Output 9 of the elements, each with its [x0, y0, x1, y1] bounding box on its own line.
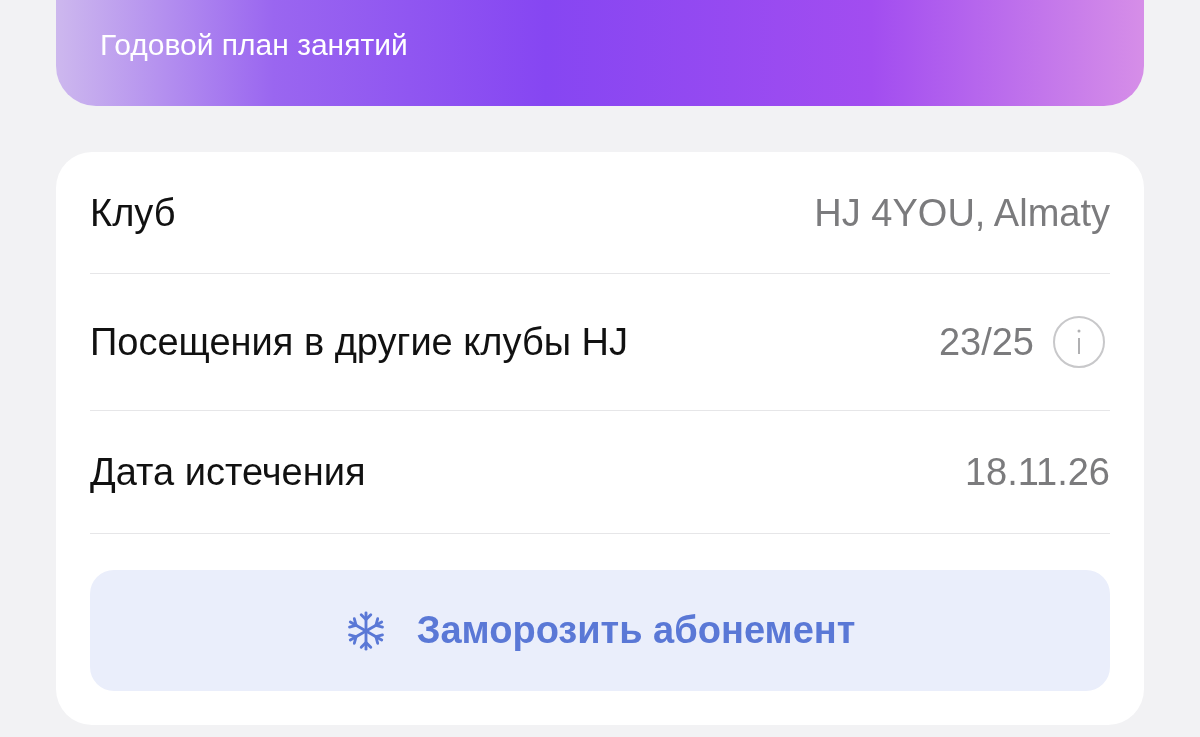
detail-value: HJ 4YOU, Almaty: [814, 191, 1110, 236]
detail-label: Посещения в другие клубы HJ: [90, 319, 629, 365]
detail-label: Дата истечения: [90, 449, 366, 495]
detail-value: 18.11.26: [964, 449, 1110, 495]
freeze-button[interactable]: Заморозить абонемент: [90, 570, 1110, 691]
info-icon[interactable]: [1052, 315, 1106, 369]
detail-value: 23/25: [938, 319, 1034, 365]
detail-label: Клуб: [90, 191, 176, 236]
banner-subtitle: Годовой план занятий: [100, 30, 408, 60]
